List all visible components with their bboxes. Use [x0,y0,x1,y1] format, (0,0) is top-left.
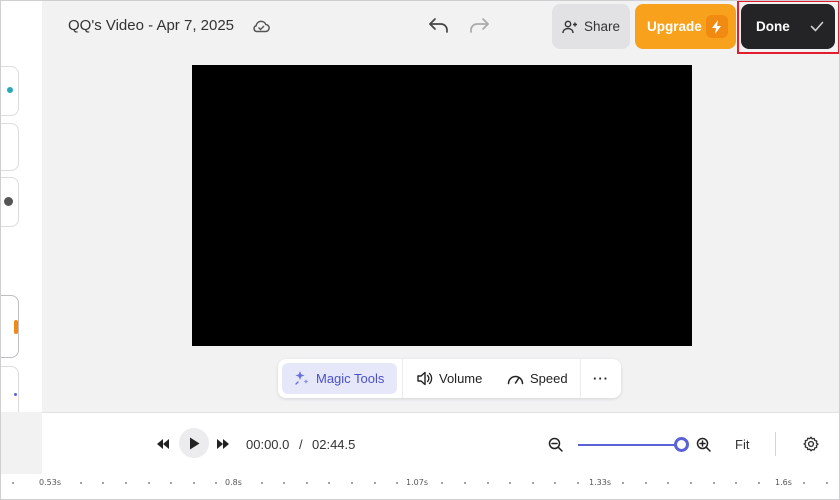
ruler-tick [328,482,330,484]
timeline-ruler[interactable]: 0.53s 0.8s 1.07s 1.33s 1.6s [0,474,840,500]
magic-tools-button[interactable]: Magic Tools [282,363,397,394]
ruler-tick [351,482,353,484]
ruler-tick [735,482,737,484]
current-time: 00:00.0 [246,437,290,452]
rail-tool-4[interactable] [0,295,19,358]
ruler-tick [713,482,715,484]
zoom-slider-thumb[interactable] [674,437,689,452]
video-toolbar: Magic Tools Volume Speed ··· [278,359,621,398]
playback-bar: 00:00.0 / 02:44.5 Fit [42,412,840,474]
redo-icon[interactable] [467,15,491,37]
volume-label: Volume [439,371,483,386]
ruler-tick [532,482,534,484]
ruler-tick [826,482,828,484]
rail-accent-icon [14,320,18,334]
ruler-tick [215,482,217,484]
cloud-save-icon[interactable] [251,17,271,35]
ruler-tick [577,482,579,484]
rail-tool-3[interactable] [0,177,19,227]
ruler-label: 0.53s [39,478,61,487]
ruler-tick [283,482,285,484]
done-highlight-box [737,0,840,54]
ruler-tick [374,482,376,484]
rail-tool-5[interactable] [0,366,19,412]
ruler-tick [690,482,692,484]
ruler-tick [12,482,14,484]
document-title[interactable]: QQ's Video - Apr 7, 2025 [68,17,234,34]
speed-button[interactable]: Speed [507,363,568,394]
playbar-divider [775,432,776,456]
volume-button[interactable]: Volume [416,363,482,394]
rail-tool-1[interactable] [0,66,19,116]
play-button[interactable] [179,428,209,458]
ruler-tick [396,482,398,484]
ruler-label: 1.07s [406,478,428,487]
ruler-tick [148,482,150,484]
play-icon [189,437,199,449]
rail-indicator-icon [7,87,13,93]
ruler-tick [80,482,82,484]
more-options-button[interactable]: ··· [593,363,609,394]
upgrade-label: Upgrade [647,19,702,34]
ruler-tick [464,482,466,484]
ruler-tick [170,482,172,484]
undo-icon[interactable] [427,15,451,37]
ruler-tick [803,482,805,484]
ruler-tick [441,482,443,484]
settings-gear-icon[interactable] [803,436,819,452]
rail-tool-2[interactable] [0,123,19,171]
ruler-tick [102,482,104,484]
video-canvas[interactable] [192,65,692,346]
lightning-icon [706,15,728,38]
upgrade-button[interactable]: Upgrade [635,4,736,49]
sparkle-wand-icon [295,371,309,385]
time-separator: / [299,437,303,452]
speedometer-icon [507,375,524,385]
rewind-icon[interactable] [157,439,169,449]
ruler-tick [758,482,760,484]
ruler-tick [554,482,556,484]
total-duration: 02:44.5 [312,437,356,452]
rail-dot-icon [4,197,13,206]
toolbar-divider [580,359,581,398]
ruler-label: 1.33s [589,478,611,487]
ruler-tick [509,482,511,484]
zoom-out-icon[interactable] [548,437,563,452]
magic-tools-label: Magic Tools [316,371,385,386]
ruler-tick [487,482,489,484]
ruler-label: 1.6s [775,478,792,487]
ruler-tick [193,482,195,484]
speed-label: Speed [530,371,568,386]
share-label: Share [583,19,621,34]
ruler-tick [306,482,308,484]
ruler-tick [125,482,127,484]
left-tool-rail [0,0,42,412]
add-user-icon [562,20,577,33]
ruler-tick [667,482,669,484]
ruler-label: 0.8s [225,478,242,487]
ruler-tick [622,482,624,484]
speaker-icon [417,371,433,386]
ruler-tick [645,482,647,484]
rail-small-icon [14,393,17,396]
ruler-tick [261,482,263,484]
zoom-slider-track[interactable] [578,444,681,446]
zoom-in-icon[interactable] [696,437,711,452]
toolbar-divider [402,359,403,398]
share-button[interactable]: Share [552,4,630,49]
fast-forward-icon[interactable] [217,439,229,449]
fit-button[interactable]: Fit [735,437,749,452]
